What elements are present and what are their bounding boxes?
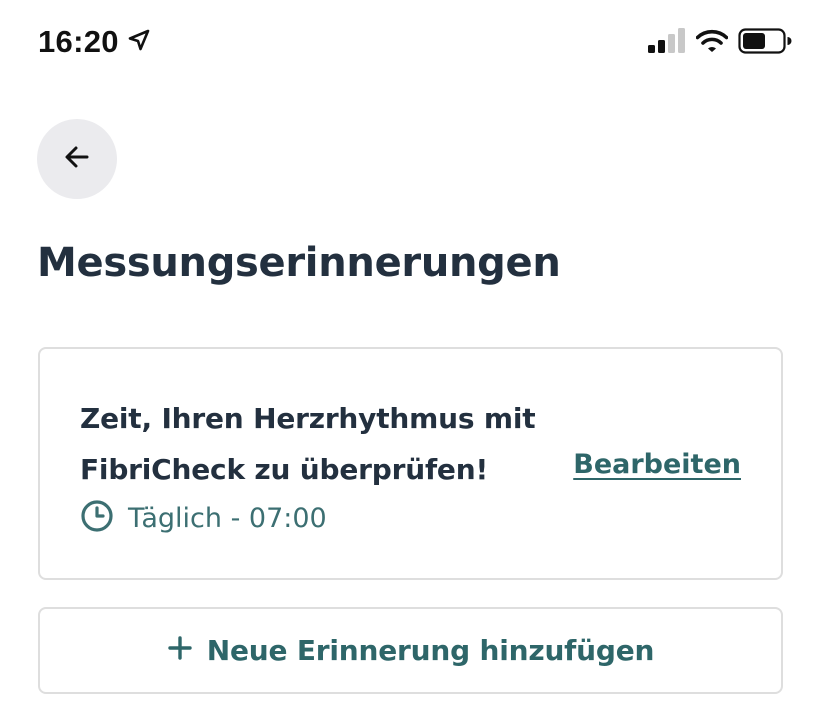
status-time: 16:20 [38, 24, 119, 59]
status-icons [648, 28, 792, 59]
plus-icon [167, 635, 193, 666]
arrow-left-icon [63, 143, 91, 176]
reminder-schedule-text: Täglich - 07:00 [128, 503, 327, 534]
wifi-icon [695, 29, 729, 58]
page-title: Messungserinnerungen [37, 240, 561, 286]
status-time-group: 16:20 [38, 24, 151, 60]
add-reminder-label: Neue Erinnerung hinzufügen [206, 634, 655, 667]
reminder-card: Zeit, Ihren Herzrhythmus mit FibriCheck … [38, 347, 783, 580]
status-bar: 16:20 [0, 0, 825, 88]
cellular-signal-icon [648, 28, 686, 59]
location-arrow-icon [127, 28, 151, 57]
edit-reminder-link[interactable]: Bearbeiten [573, 449, 741, 480]
reminders-screen: 16:20 Messungserinnerungen Zeit, Ihren H… [0, 0, 825, 726]
back-button[interactable] [37, 119, 117, 199]
reminder-schedule: Täglich - 07:00 [80, 499, 327, 538]
battery-icon [738, 28, 792, 59]
add-reminder-button[interactable]: Neue Erinnerung hinzufügen [38, 607, 783, 694]
reminder-message: Zeit, Ihren Herzrhythmus mit FibriCheck … [80, 402, 536, 486]
clock-icon [80, 499, 114, 538]
